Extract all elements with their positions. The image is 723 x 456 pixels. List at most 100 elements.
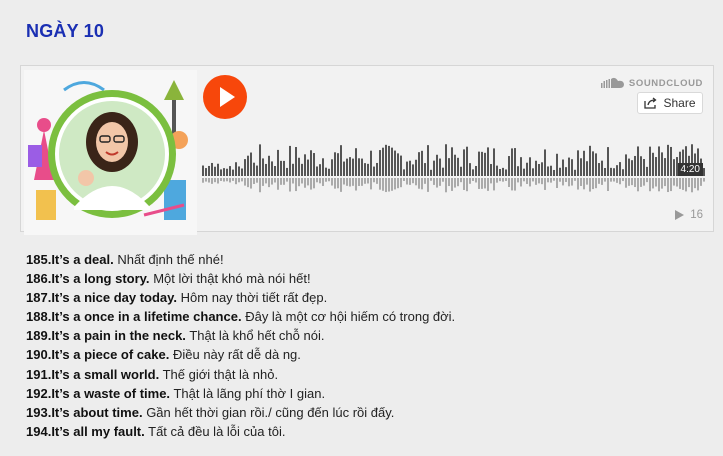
phrase-item: 188.It’s a once in a lifetime chance. Đâ…	[26, 307, 455, 326]
waveform-reflection	[610, 178, 612, 182]
waveform-bar	[358, 158, 360, 176]
waveform-reflection	[442, 178, 444, 182]
waveform-reflection	[427, 178, 429, 192]
waveform-reflection	[223, 178, 225, 182]
waveform-reflection	[679, 178, 681, 189]
waveform-bar	[487, 147, 489, 176]
waveform-bar	[262, 158, 264, 176]
waveform-bar	[385, 144, 387, 176]
phrase-vietnamese: Tất cả đều là lỗi của tôi.	[148, 423, 286, 439]
waveform-reflection	[565, 178, 567, 182]
waveform-bar	[211, 162, 213, 176]
waveform-bar	[670, 146, 672, 176]
waveform-bar	[580, 158, 582, 176]
waveform-bar	[703, 168, 705, 176]
waveform-reflection	[412, 178, 414, 184]
waveform-bar	[637, 146, 639, 176]
waveform-bar	[535, 160, 537, 176]
track-artwork[interactable]	[24, 70, 197, 235]
waveform-reflection	[577, 178, 579, 190]
waveform-bar	[451, 147, 453, 176]
waveform-reflection	[538, 178, 540, 184]
waveform-reflection	[415, 178, 417, 186]
waveform-reflection	[682, 178, 684, 190]
waveform-reflection	[292, 178, 294, 184]
soundcloud-logo[interactable]: SOUNDCLOUD	[600, 77, 703, 89]
waveform-reflection	[559, 178, 561, 182]
waveform-reflection	[250, 178, 252, 189]
play-count-value: 16	[690, 209, 703, 221]
waveform-bar	[499, 169, 501, 176]
waveform-bar	[208, 165, 210, 176]
phrase-vietnamese: Gần hết thời gian rồi./ cũng đến lúc rồi…	[146, 404, 395, 420]
waveform-reflection	[310, 178, 312, 190]
waveform-reflection	[568, 178, 570, 187]
phrase-english: 188.It’s a once in a lifetime chance.	[26, 309, 242, 324]
phrase-vietnamese: Nhất định thế nhé!	[117, 252, 224, 267]
waveform-reflection	[283, 178, 285, 185]
waveform-reflection	[601, 178, 603, 185]
waveform-bar	[619, 162, 621, 176]
waveform-bar	[301, 163, 303, 176]
waveform-bar	[433, 160, 435, 176]
waveform-bar	[334, 152, 336, 176]
waveform-reflection	[322, 178, 324, 186]
share-button[interactable]: Share	[637, 92, 703, 114]
artwork-illustration	[24, 70, 197, 235]
phrase-english: 189.It’s a pain in the neck.	[26, 328, 186, 343]
waveform-bar	[592, 151, 594, 176]
waveform-bar	[517, 166, 519, 176]
waveform-reflection	[580, 178, 582, 186]
waveform-bar	[577, 150, 579, 176]
waveform-reflection	[643, 178, 645, 186]
waveform-bar	[547, 166, 549, 176]
waveform-bar	[259, 144, 261, 176]
waveform-reflection	[703, 178, 705, 182]
waveform-bar	[607, 147, 609, 176]
waveform-reflection	[589, 178, 591, 192]
waveform-bar	[481, 151, 483, 176]
waveform-bar	[469, 163, 471, 176]
waveform-reflection	[319, 178, 321, 184]
waveform-bar	[244, 159, 246, 176]
waveform-bar	[640, 156, 642, 176]
waveform-bar	[313, 153, 315, 176]
waveform-bar	[397, 153, 399, 176]
waveform-reflection	[244, 178, 246, 186]
waveform-reflection	[469, 178, 471, 184]
waveform-bar	[436, 154, 438, 176]
waveform-bar	[238, 166, 240, 176]
waveform-reflection	[400, 178, 402, 188]
waveform-bar	[586, 161, 588, 176]
waveform-reflection	[535, 178, 537, 185]
waveform-bar	[493, 148, 495, 176]
phrase-number: 186.	[26, 271, 52, 287]
waveform-bar	[505, 169, 507, 176]
waveform-reflection	[439, 178, 441, 186]
play-button[interactable]	[203, 75, 247, 119]
phrase-item: 193.It’s about time. Gần hết thời gian r…	[26, 403, 455, 422]
phrase-vietnamese: Một lời thật khó mà nói hết!	[153, 271, 311, 287]
soundcloud-brand-label: SOUNDCLOUD	[628, 77, 703, 89]
waveform-reflection	[265, 178, 267, 184]
waveform-bar	[553, 169, 555, 176]
waveform[interactable]	[202, 124, 705, 206]
waveform-bar	[520, 157, 522, 176]
waveform-bar	[466, 146, 468, 176]
waveform-bar	[322, 158, 324, 176]
waveform-reflection	[334, 178, 336, 189]
waveform-bar	[304, 154, 306, 176]
waveform-reflection	[271, 178, 273, 185]
share-icon	[644, 97, 658, 109]
waveform-bar	[364, 163, 366, 176]
waveform-reflection	[379, 178, 381, 190]
waveform-reflection	[229, 178, 231, 183]
waveform-reflection	[301, 178, 303, 184]
waveform-reflection	[604, 178, 606, 182]
waveform-reflection	[478, 178, 480, 189]
waveform-bar	[280, 160, 282, 176]
phrase-english-text: It’s a nice day today.	[51, 290, 178, 306]
waveform-reflection	[208, 178, 210, 183]
waveform-reflection	[226, 178, 228, 182]
waveform-bar	[655, 157, 657, 176]
